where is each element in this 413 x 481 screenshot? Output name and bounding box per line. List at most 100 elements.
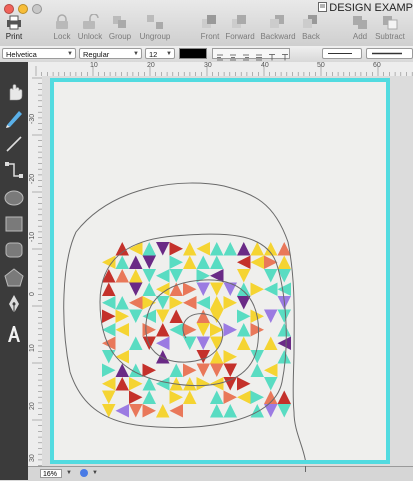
triangle-shape[interactable]: [169, 282, 184, 297]
triangle-shape[interactable]: [196, 336, 211, 351]
triangle-shape[interactable]: [169, 363, 184, 378]
triangle-shape[interactable]: [237, 296, 251, 310]
triangle-shape[interactable]: [142, 336, 157, 351]
triangle-shape[interactable]: [223, 242, 238, 256]
triangle-shape[interactable]: [142, 282, 157, 297]
triangle-shape[interactable]: [277, 282, 292, 297]
zoom-select[interactable]: 16%: [40, 469, 62, 478]
triangle-shape[interactable]: [115, 363, 130, 378]
triangle-shape[interactable]: [183, 282, 197, 297]
rectangle-tool-icon[interactable]: [2, 212, 26, 236]
triangle-shape[interactable]: [264, 336, 278, 351]
triangle-shape[interactable]: [250, 390, 265, 405]
triangle-shape[interactable]: [142, 269, 157, 283]
triangle-shape[interactable]: [210, 336, 224, 351]
triangle-shape[interactable]: [156, 242, 170, 256]
triangle-shape[interactable]: [102, 363, 116, 378]
triangle-shape[interactable]: [237, 242, 251, 256]
triangle-shape[interactable]: [156, 269, 170, 283]
triangle-shape[interactable]: [115, 377, 130, 391]
triangle-shape[interactable]: [102, 336, 116, 351]
triangle-shape[interactable]: [115, 269, 130, 283]
triangle-shape[interactable]: [196, 255, 211, 270]
triangle-shape[interactable]: [183, 255, 197, 270]
triangle-shape[interactable]: [237, 309, 251, 324]
triangle-shape[interactable]: [183, 296, 197, 310]
triangle-shape[interactable]: [250, 255, 265, 270]
triangle-shape[interactable]: [250, 323, 265, 337]
triangle-shape[interactable]: [169, 323, 184, 337]
triangle-shape[interactable]: [129, 242, 143, 256]
triangle-shape[interactable]: [169, 296, 184, 310]
triangle-shape[interactable]: [223, 296, 238, 310]
triangle-pattern[interactable]: [102, 242, 291, 418]
line-tool-icon[interactable]: [2, 132, 26, 156]
triangle-shape[interactable]: [237, 269, 251, 283]
ungroup-button[interactable]: Ungroup: [135, 14, 175, 41]
triangle-shape[interactable]: [115, 309, 130, 324]
triangle-shape[interactable]: [210, 255, 224, 270]
triangle-shape[interactable]: [196, 309, 211, 324]
triangle-shape[interactable]: [277, 309, 292, 324]
triangle-shape[interactable]: [129, 390, 143, 405]
triangle-shape[interactable]: [142, 404, 157, 418]
triangle-shape[interactable]: [196, 242, 211, 256]
pencil-tool-icon[interactable]: [2, 106, 26, 130]
artboard-page[interactable]: [50, 78, 390, 464]
triangle-shape[interactable]: [129, 282, 143, 297]
triangle-shape[interactable]: [102, 350, 116, 364]
send-to-back-button[interactable]: Back: [291, 14, 331, 41]
triangle-shape[interactable]: [156, 336, 170, 351]
line-weight-select[interactable]: [366, 48, 413, 59]
triangle-shape[interactable]: [169, 404, 184, 418]
triangle-shape[interactable]: [210, 350, 224, 364]
triangle-shape[interactable]: [250, 242, 265, 256]
triangle-shape[interactable]: [237, 336, 251, 351]
triangle-shape[interactable]: [102, 282, 116, 297]
bring-forward-button[interactable]: Forward: [220, 14, 260, 41]
print-button[interactable]: Print: [0, 14, 34, 41]
overflow-button[interactable]: [400, 14, 413, 32]
triangle-shape[interactable]: [277, 323, 292, 337]
triangle-shape[interactable]: [183, 242, 197, 256]
zoom-window-icon[interactable]: [32, 4, 42, 14]
triangle-shape[interactable]: [237, 377, 251, 391]
triangle-shape[interactable]: [223, 323, 238, 337]
text-tool-icon[interactable]: [2, 322, 26, 346]
text-alignment-control[interactable]: [212, 48, 290, 61]
polygon-tool-icon[interactable]: [2, 266, 26, 290]
triangle-shape[interactable]: [142, 390, 157, 405]
triangle-shape[interactable]: [169, 309, 184, 324]
triangle-shape[interactable]: [129, 336, 143, 351]
triangle-shape[interactable]: [210, 390, 224, 405]
triangle-shape[interactable]: [223, 363, 238, 378]
triangle-shape[interactable]: [250, 282, 265, 297]
triangle-shape[interactable]: [169, 269, 184, 283]
hand-tool-icon[interactable]: [2, 80, 26, 104]
triangle-shape[interactable]: [142, 242, 157, 256]
close-window-icon[interactable]: [4, 4, 14, 14]
triangle-shape[interactable]: [210, 242, 224, 256]
triangle-shape[interactable]: [142, 323, 157, 337]
pen-tool-icon[interactable]: [2, 292, 26, 316]
triangle-shape[interactable]: [183, 390, 197, 405]
triangle-shape[interactable]: [223, 377, 238, 391]
triangle-shape[interactable]: [129, 309, 143, 324]
triangle-shape[interactable]: [196, 363, 211, 378]
triangle-shape[interactable]: [129, 404, 143, 418]
oval-tool-icon[interactable]: [2, 186, 26, 210]
triangle-shape[interactable]: [142, 377, 157, 391]
triangle-shape[interactable]: [196, 296, 211, 310]
triangle-shape[interactable]: [156, 350, 170, 364]
triangle-shape[interactable]: [115, 404, 130, 418]
triangle-shape[interactable]: [277, 390, 292, 405]
spiral-path[interactable]: [63, 182, 306, 460]
triangle-shape[interactable]: [264, 269, 278, 283]
drawing-canvas[interactable]: [54, 82, 386, 460]
triangle-shape[interactable]: [102, 309, 116, 324]
triangle-shape[interactable]: [169, 390, 184, 405]
triangle-shape[interactable]: [102, 377, 116, 391]
triangle-shape[interactable]: [237, 255, 251, 270]
triangle-shape[interactable]: [277, 336, 292, 351]
triangle-shape[interactable]: [210, 296, 224, 310]
